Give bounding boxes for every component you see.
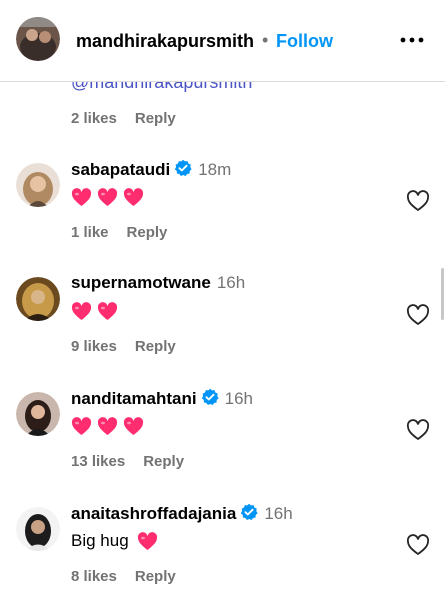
heart-outline-icon[interactable] (406, 304, 430, 326)
comment-meta: 2 likes Reply (71, 110, 176, 127)
comment-header: supernamotwane 16h (71, 273, 245, 293)
heart-outline-icon[interactable] (406, 190, 430, 212)
comment-text (71, 187, 144, 207)
verified-badge-icon (201, 388, 219, 406)
commenter-username[interactable]: supernamotwane (71, 273, 211, 292)
commenter-avatar[interactable] (16, 507, 60, 551)
commenter-avatar[interactable] (16, 277, 60, 321)
comment-meta: 9 likes Reply (71, 338, 176, 355)
commenter-avatar[interactable] (16, 163, 60, 207)
separator-dot: • (262, 30, 269, 50)
comment-text-content: Big hug (71, 531, 129, 550)
likes-count[interactable]: 9 likes (71, 338, 117, 355)
comment-text: Big hug (71, 531, 158, 551)
comment-meta: 13 likes Reply (71, 453, 184, 470)
likes-count[interactable]: 8 likes (71, 568, 117, 585)
heart-outline-icon[interactable] (406, 419, 430, 441)
likes-count[interactable]: 1 like (71, 224, 109, 241)
reply-button[interactable]: Reply (127, 224, 168, 241)
verified-badge-icon (240, 503, 258, 521)
reply-button[interactable]: Reply (135, 338, 176, 355)
red-heart-emoji (71, 302, 92, 321)
verified-badge-icon (174, 159, 192, 177)
post-header: mandhirakapursmith • Follow (0, 0, 445, 82)
red-heart-emoji (123, 417, 144, 436)
scrollbar-thumb[interactable] (441, 268, 444, 320)
reply-button[interactable]: Reply (135, 110, 176, 127)
comment-meta: 1 like Reply (71, 224, 167, 241)
comment-time[interactable]: 18m (198, 160, 231, 179)
reply-button[interactable]: Reply (143, 453, 184, 470)
red-heart-emoji (97, 302, 118, 321)
red-heart-emoji (137, 532, 158, 551)
comment-item: sabapataudi 18m 1 like Reply (0, 154, 445, 264)
red-heart-emoji (123, 188, 144, 207)
comment-header: sabapataudi 18m (71, 159, 231, 180)
author-avatar[interactable] (16, 17, 60, 61)
commenter-username[interactable]: nanditamahtani (71, 389, 197, 408)
reply-button[interactable]: Reply (135, 568, 176, 585)
emoji-group (71, 302, 118, 321)
red-heart-emoji (71, 417, 92, 436)
comment-time[interactable]: 16h (225, 389, 253, 408)
commenter-username[interactable]: sabapataudi (71, 160, 170, 179)
commenter-username[interactable]: anaitashroffadajania (71, 504, 236, 523)
comment-header: nanditamahtani 16h (71, 388, 253, 409)
comment-text (71, 416, 144, 436)
more-horizontal-icon[interactable] (398, 30, 426, 50)
likes-count[interactable]: 13 likes (71, 453, 125, 470)
heart-outline-icon[interactable] (406, 534, 430, 556)
comment-item: supernamotwane 16h 9 likes Reply (0, 268, 445, 378)
likes-count[interactable]: 2 likes (71, 110, 117, 127)
red-heart-emoji (71, 188, 92, 207)
comment-header: anaitashroffadajania 16h (71, 503, 293, 524)
emoji-group (71, 188, 144, 207)
comment-meta: 8 likes Reply (71, 568, 176, 585)
comment-item: nanditamahtani 16h 13 likes Reply (0, 383, 445, 493)
comment-text (71, 301, 118, 321)
emoji-group (71, 417, 144, 436)
red-heart-emoji (97, 417, 118, 436)
commenter-avatar[interactable] (16, 392, 60, 436)
comment-item: anaitashroffadajania 16h Big hug 8 likes R… (0, 498, 445, 606)
comment-time[interactable]: 16h (264, 504, 292, 523)
author-username[interactable]: mandhirakapursmith (76, 31, 254, 52)
emoji-group (137, 532, 158, 551)
comment-time[interactable]: 16h (217, 273, 245, 292)
follow-button[interactable]: Follow (276, 31, 333, 52)
red-heart-emoji (97, 188, 118, 207)
